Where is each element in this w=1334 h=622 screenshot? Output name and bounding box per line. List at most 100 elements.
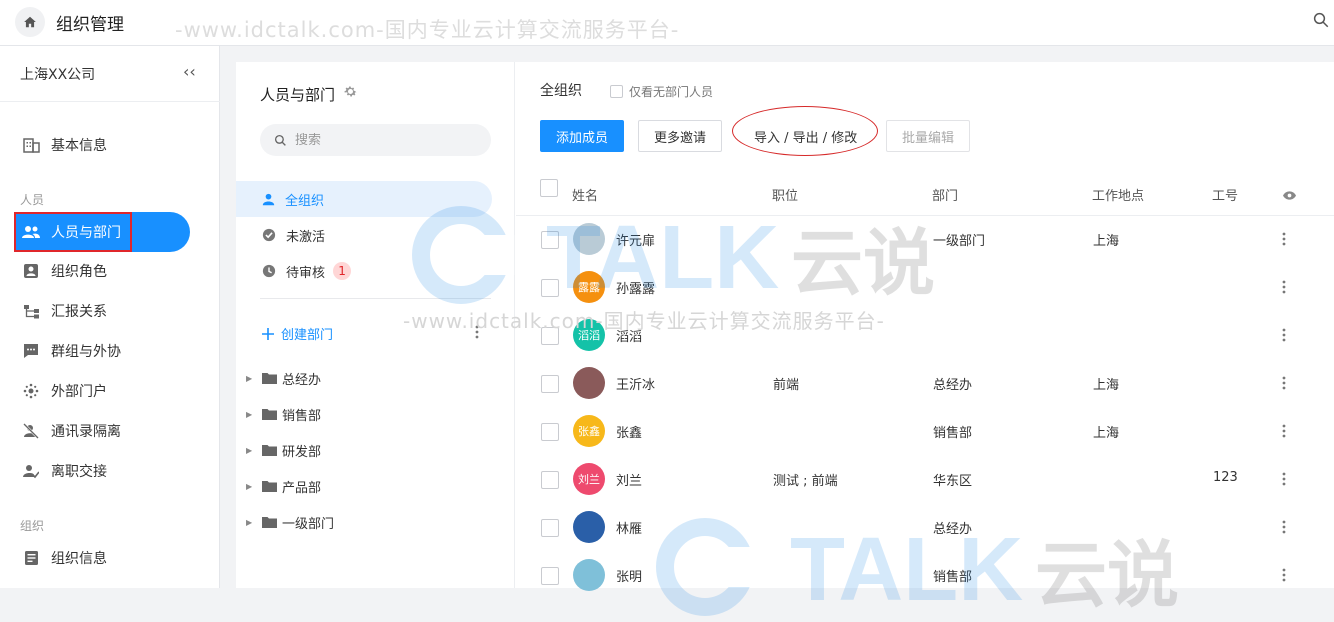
dept-item[interactable]: ▶ 销售部: [246, 402, 321, 426]
column-header-id[interactable]: 工号: [1212, 185, 1238, 204]
more-vertical-icon: [1282, 280, 1286, 294]
dept-item[interactable]: ▶ 研发部: [246, 438, 321, 462]
avatar: 刘兰: [573, 463, 605, 495]
avatar: [573, 367, 605, 399]
gear-icon: [344, 86, 357, 97]
chat-group-icon: [22, 342, 40, 360]
isolation-icon: [22, 422, 40, 440]
row-more-button[interactable]: [1282, 520, 1286, 538]
sidebar-item-basic-info[interactable]: 基本信息: [0, 127, 220, 163]
sidebar-item-org-roles[interactable]: 组织角色: [0, 253, 220, 289]
dept-item[interactable]: ▶ 产品部: [246, 474, 321, 498]
divider: [0, 101, 220, 102]
eye-icon: [1283, 191, 1296, 200]
dept-item[interactable]: ▶ 总经办: [246, 366, 321, 390]
cell-name: 王沂冰: [616, 378, 656, 393]
caret-right-icon[interactable]: ▶: [246, 446, 254, 455]
sidebar-item-portal[interactable]: 外部门户: [0, 373, 220, 409]
sidebar-item-label: 汇报关系: [51, 304, 107, 320]
filter-all-org[interactable]: 全组织: [236, 181, 492, 217]
cell-name: 林雁: [616, 522, 643, 537]
collapse-sidebar-button[interactable]: ‹‹: [183, 62, 196, 81]
table-row[interactable]: 张明 销售部: [516, 552, 1334, 600]
cell-location: 上海: [1093, 234, 1120, 249]
row-more-button[interactable]: [1282, 424, 1286, 442]
column-header-position[interactable]: 职位: [772, 185, 798, 204]
row-more-button[interactable]: [1282, 232, 1286, 250]
folder-icon: [262, 481, 277, 492]
row-checkbox[interactable]: [541, 375, 559, 393]
sidebar-item-groups[interactable]: 群组与外协: [0, 333, 220, 369]
row-checkbox[interactable]: [541, 279, 559, 297]
add-member-button[interactable]: 添加成员: [540, 120, 625, 152]
sidebar-item-label: 组织角色: [51, 264, 107, 280]
sidebar-item-label: 外部门户: [51, 384, 107, 400]
row-checkbox[interactable]: [541, 423, 559, 441]
row-more-button[interactable]: [1282, 472, 1286, 490]
clock-icon: [262, 264, 276, 278]
highlight-box: [14, 212, 132, 252]
sidebar-item-org-info[interactable]: 组织信息: [0, 540, 220, 576]
section-org: 组织: [20, 519, 45, 533]
more-vertical-icon: [1282, 376, 1286, 390]
row-more-button[interactable]: [1282, 328, 1286, 346]
only-no-dept-checkbox[interactable]: 仅看无部门人员: [610, 83, 713, 100]
dept-item[interactable]: ▶ 一级部门: [246, 510, 334, 534]
sidebar-item-handover[interactable]: 离职交接: [0, 453, 220, 489]
row-more-button[interactable]: [1282, 568, 1286, 586]
row-more-button[interactable]: [1282, 280, 1286, 298]
caret-right-icon[interactable]: ▶: [246, 482, 254, 491]
search-button[interactable]: [1312, 11, 1330, 33]
create-dept-button[interactable]: 创建部门: [262, 324, 333, 343]
cell-id: 123: [1213, 470, 1238, 485]
row-checkbox[interactable]: [541, 231, 559, 249]
portal-icon: [22, 382, 40, 400]
caret-right-icon[interactable]: ▶: [246, 518, 254, 527]
check-circle-icon: [262, 228, 276, 242]
sidebar-item-reporting[interactable]: 汇报关系: [0, 293, 220, 329]
table-row[interactable]: 王沂冰 前端 总经办 上海: [516, 360, 1334, 408]
sidebar-item-isolation[interactable]: 通讯录隔离: [0, 413, 220, 449]
avatar: [573, 223, 605, 255]
plus-icon: [262, 327, 274, 340]
caret-right-icon[interactable]: ▶: [246, 374, 254, 383]
settings-button[interactable]: [343, 84, 358, 103]
column-header-dept[interactable]: 部门: [932, 185, 958, 204]
document-icon: [22, 549, 40, 567]
select-all-checkbox[interactable]: [540, 179, 558, 197]
row-checkbox[interactable]: [541, 519, 559, 537]
cell-name: 刘兰: [616, 474, 643, 489]
table-row[interactable]: 张鑫 张鑫 销售部 上海: [516, 408, 1334, 456]
home-button[interactable]: [15, 7, 45, 37]
caret-right-icon[interactable]: ▶: [246, 410, 254, 419]
sidebar-item-label: 基本信息: [51, 138, 107, 154]
batch-edit-button[interactable]: 批量编辑: [886, 120, 971, 152]
column-header-name[interactable]: 姓名: [572, 185, 598, 204]
row-more-button[interactable]: [1282, 376, 1286, 394]
avatar: [573, 511, 605, 543]
filter-inactive[interactable]: 未激活: [236, 217, 492, 253]
folder-icon: [262, 409, 277, 420]
search-input[interactable]: [295, 132, 475, 148]
dept-label: 研发部: [282, 444, 322, 460]
row-checkbox[interactable]: [541, 567, 559, 585]
cell-position: 前端: [773, 378, 800, 393]
table-row[interactable]: 林雁 总经办: [516, 504, 1334, 552]
org-title: 全组织: [540, 83, 582, 99]
search-icon: [1313, 12, 1329, 28]
cell-dept: 总经办: [933, 522, 973, 537]
annotation-ellipse: [732, 106, 878, 156]
table-header: 姓名 职位 部门 工作地点 工号: [516, 170, 1334, 216]
more-vertical-icon: [1282, 232, 1286, 246]
column-header-location[interactable]: 工作地点: [1092, 185, 1144, 204]
handover-icon: [22, 462, 40, 480]
column-visibility-button[interactable]: [1283, 188, 1296, 204]
table-row[interactable]: 刘兰 刘兰 测试 ; 前端 华东区 123: [516, 456, 1334, 504]
checkbox-box[interactable]: [610, 85, 623, 98]
more-invite-button[interactable]: 更多邀请: [638, 120, 723, 152]
filter-pending[interactable]: 待审核 1: [236, 253, 492, 289]
table-row[interactable]: 许元扉 一级部门 上海: [516, 216, 1334, 264]
search-box[interactable]: [260, 124, 491, 156]
sidebar-item-label: 通讯录隔离: [51, 424, 121, 440]
row-checkbox[interactable]: [541, 471, 559, 489]
